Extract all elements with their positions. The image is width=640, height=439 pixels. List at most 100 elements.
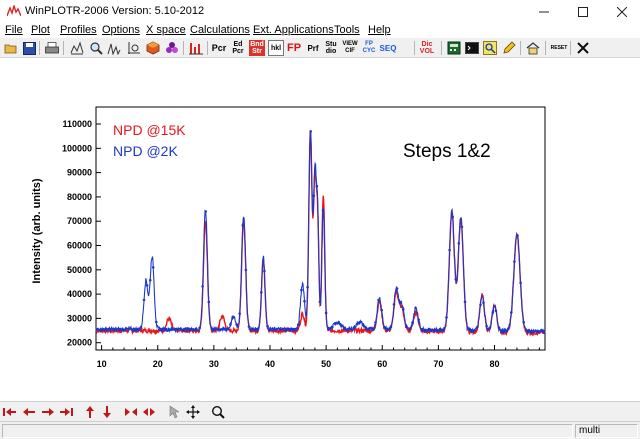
series-point-2k <box>439 328 442 332</box>
close-x-icon[interactable] <box>575 40 591 56</box>
series-point-2k <box>219 328 223 331</box>
menu-file[interactable]: File <box>5 24 23 36</box>
y-tick-label: 110000 <box>62 119 92 129</box>
open-icon[interactable] <box>3 40 19 56</box>
graph-tool-icon[interactable] <box>126 40 142 56</box>
cube-icon[interactable] <box>145 40 161 56</box>
y-tick-label: 70000 <box>67 216 92 226</box>
menu-help[interactable]: Help <box>368 24 391 36</box>
series-point-2k <box>361 323 365 327</box>
series-point-2k <box>195 328 198 331</box>
series-point-2k <box>293 328 297 331</box>
magnifier-icon[interactable] <box>211 405 225 419</box>
maximize-button[interactable] <box>563 0 603 23</box>
zoom-graph-icon[interactable] <box>69 40 85 56</box>
series-point-2k <box>343 327 346 330</box>
series-point-2k <box>155 320 158 324</box>
toolbar-separator <box>39 41 40 55</box>
series-point-2k <box>340 324 343 328</box>
plot-area[interactable]: 20000 30000 40000 50000 60000 70000 80000 90000… <box>0 59 640 401</box>
menu-ext-applications[interactable]: Ext. Applications <box>253 24 334 36</box>
series-point-2k <box>476 325 479 329</box>
menu-x-space[interactable]: X space <box>146 24 186 36</box>
series-point-2k <box>127 328 130 331</box>
molecule-icon[interactable] <box>164 40 180 56</box>
series-point-2k <box>454 278 458 281</box>
first-arrow-icon[interactable] <box>3 405 17 419</box>
search-icon[interactable] <box>482 40 498 56</box>
calculator-icon[interactable] <box>446 40 462 56</box>
x-tick-label: 30 <box>209 359 219 369</box>
y-tick-label: 80000 <box>67 192 92 202</box>
series-point-2k <box>275 328 279 331</box>
menu-bar: File Plot Profiles Options X space Calcu… <box>0 23 640 38</box>
window-title: WinPLOTR-2006 Version: 5.10-2012 <box>25 5 205 17</box>
pencil-icon[interactable] <box>501 40 517 56</box>
reset-icon[interactable]: RESET <box>549 40 569 56</box>
shrink-icon[interactable] <box>124 405 138 419</box>
x-tick-label: 40 <box>265 359 275 369</box>
pcr-icon[interactable]: Pcr <box>211 40 227 56</box>
bond-str-icon[interactable]: Bnd Str <box>249 40 265 56</box>
close-button[interactable] <box>602 0 640 23</box>
menu-profiles[interactable]: Profiles <box>60 24 97 36</box>
series-point-2k <box>321 208 325 212</box>
toolbar-separator <box>520 41 521 55</box>
series-point-2k <box>392 303 396 306</box>
menu-options[interactable]: Options <box>102 24 140 36</box>
expand-icon[interactable] <box>142 405 156 419</box>
status-message-cell <box>2 424 573 438</box>
y-tick-label: 60000 <box>67 241 92 251</box>
series-point-2k <box>272 328 275 331</box>
seq-icon[interactable]: SEQ <box>378 40 398 56</box>
series-point-2k <box>414 306 417 310</box>
series-point-2k <box>201 285 204 288</box>
series-point-2k <box>337 321 340 324</box>
last-arrow-icon[interactable] <box>59 405 73 419</box>
fp-cyc-icon[interactable]: FP CYC <box>361 40 377 56</box>
fp-icon[interactable]: FP <box>286 40 302 56</box>
up-arrow-icon[interactable] <box>83 405 97 419</box>
series-point-2k <box>405 325 408 328</box>
print-icon[interactable] <box>44 40 60 56</box>
minimize-button[interactable] <box>524 0 564 23</box>
series-point-2k <box>327 327 331 331</box>
series-point-2k <box>142 298 146 302</box>
series-point-2k <box>364 326 368 330</box>
move-icon[interactable] <box>186 405 200 419</box>
save-icon[interactable] <box>21 40 37 56</box>
series-point-2k <box>216 328 220 331</box>
peaks-icon[interactable] <box>106 40 122 56</box>
series-point-2k <box>284 328 288 331</box>
down-arrow-icon[interactable] <box>100 405 114 419</box>
series-point-2k <box>232 315 235 319</box>
right-arrow-icon[interactable] <box>41 405 55 419</box>
series-point-2k <box>503 329 507 333</box>
y-axis-label: Intensity (arb. units) <box>31 178 43 283</box>
series-point-2k <box>540 330 544 333</box>
series-point-2k <box>269 328 272 331</box>
view-cif-icon[interactable]: VIEW CIF <box>342 40 358 56</box>
dic-vol-icon[interactable]: Dic VOL <box>419 40 435 56</box>
toolbar-separator <box>441 41 442 55</box>
menu-plot[interactable]: Plot <box>31 24 50 36</box>
series-point-2k <box>207 300 211 304</box>
status-mode: multi <box>575 424 638 438</box>
series-point-2k <box>303 299 306 303</box>
menu-calculations[interactable]: Calculations <box>190 24 250 36</box>
pointer-icon[interactable] <box>167 405 181 419</box>
series-point-2k <box>300 288 303 292</box>
edit-pcr-icon[interactable]: Ed Pcr <box>230 40 246 56</box>
series-point-2k <box>226 327 229 331</box>
prf-icon[interactable]: Prf <box>305 40 321 56</box>
left-arrow-icon[interactable] <box>22 405 36 419</box>
studio-icon[interactable]: Stu dio <box>323 40 339 56</box>
menu-tools[interactable]: Tools <box>334 24 360 36</box>
series-point-2k <box>510 311 513 314</box>
terminal-icon[interactable] <box>464 40 480 56</box>
x-tick-label: 10 <box>97 359 107 369</box>
bars-icon[interactable] <box>188 40 204 56</box>
zoom-icon[interactable] <box>88 40 104 56</box>
hkl-icon[interactable]: hkl <box>268 40 284 56</box>
home-icon[interactable] <box>525 40 541 56</box>
